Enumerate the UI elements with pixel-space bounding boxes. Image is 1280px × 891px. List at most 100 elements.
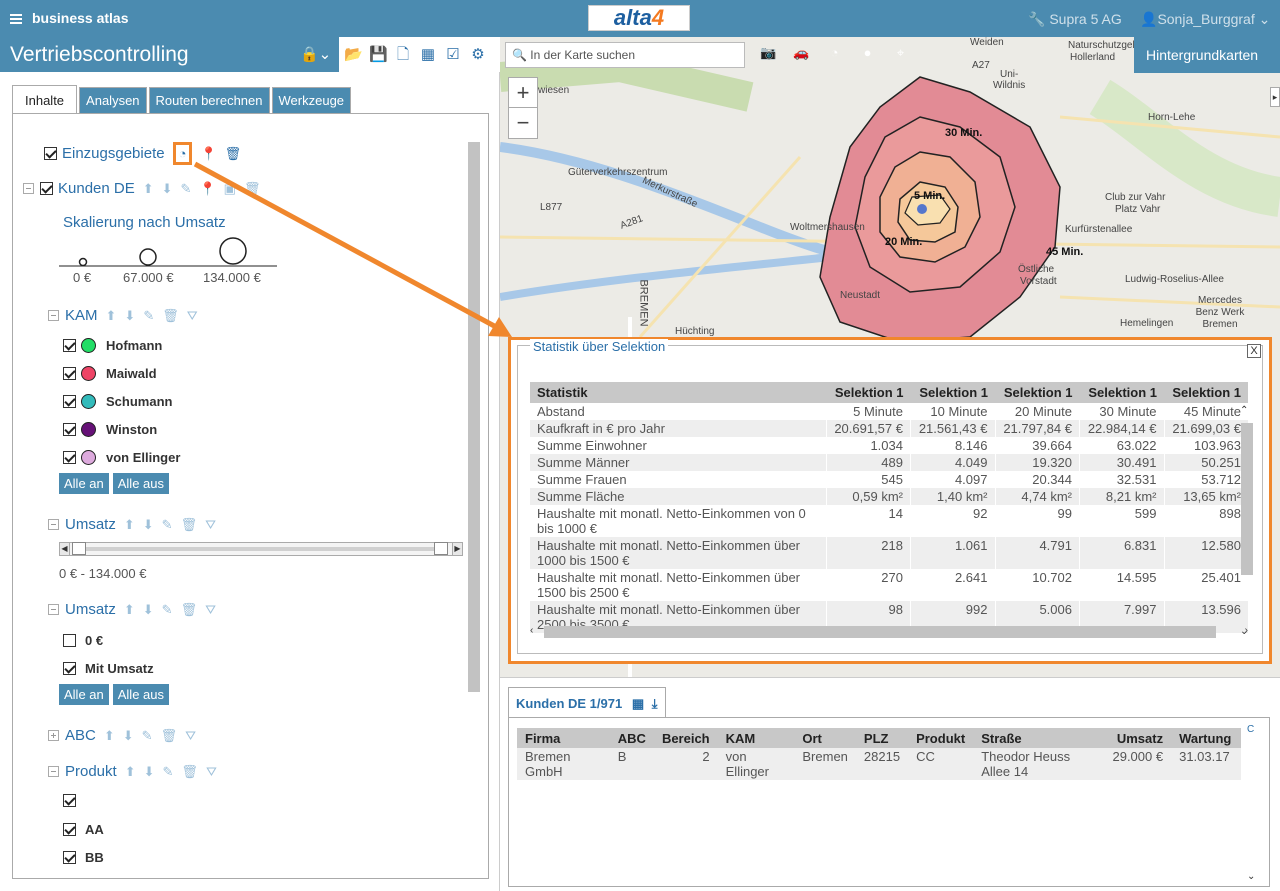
trash-icon[interactable]: 🗑 [244,181,261,197]
app-menu[interactable]: business atlas [10,10,129,26]
tab-werkzeuge[interactable]: Werkzeuge [271,87,352,113]
trash-icon[interactable]: 🗑 [225,146,242,162]
customer-vscroll[interactable]: C ⌄ [1247,724,1261,882]
tab-routen[interactable]: Routen berechnen [148,87,270,113]
calendar-check-icon[interactable]: ☑ [444,46,462,64]
table-icon[interactable]: ▦ [632,696,644,711]
gear-icon[interactable]: ⚙ [469,46,487,64]
tab-analysen[interactable]: Analysen [79,87,147,113]
column-header[interactable]: Straße [973,728,1105,748]
umsatz-title[interactable]: Umsatz [65,516,116,533]
filter-icon[interactable]: ⛛ [205,517,216,533]
umsatz2-checkbox[interactable] [63,634,76,647]
collapse-icon[interactable] [48,519,59,530]
einzugsgebiete-checkbox[interactable] [44,147,57,160]
pie-chart-icon[interactable]: ◔ [826,45,843,61]
car-icon[interactable]: 🚗 [793,45,810,61]
move-up-icon[interactable]: ⬆ [106,308,117,324]
einzugsgebiete-label[interactable]: Einzugsgebiete [62,145,165,162]
kam-checkbox[interactable] [63,367,76,380]
column-header[interactable]: Umsatz [1104,728,1172,748]
zoom-out-button[interactable]: − [509,108,537,138]
calendar-icon[interactable]: ▦ [419,46,437,64]
move-down-icon[interactable]: ⬇ [124,308,135,324]
kunden-label[interactable]: Kunden DE [58,180,135,197]
trash-icon[interactable]: 🗑 [162,308,179,324]
collapse-icon[interactable] [23,183,34,194]
background-maps-button[interactable]: Hintergrundkarten [1134,37,1280,73]
kam-title[interactable]: KAM [65,307,98,324]
company-selector[interactable]: 🔧 Supra 5 AG [1028,11,1122,28]
move-up-icon[interactable]: ⬆ [125,764,136,780]
umsatz2-checkbox[interactable] [63,662,76,675]
table-row[interactable]: Summe Frauen 545 4.097 20.344 32.531 53.712 [530,471,1248,488]
map-side-handle[interactable]: ▸ [1270,87,1280,107]
statistics-hscroll[interactable]: ‹ › [530,625,1248,639]
all-off-button[interactable]: Alle aus [112,473,169,494]
tab-inhalte[interactable]: Inhalte [12,85,78,113]
move-up-icon[interactable]: ⬆ [143,181,154,197]
column-header[interactable]: PLZ [855,728,909,748]
slider-handle-min[interactable] [72,542,86,555]
column-header[interactable]: Selektion 1 [910,382,995,403]
table-row[interactable]: Kaufkraft in € pro Jahr 20.691,57 €21.561… [530,420,1248,437]
column-header[interactable]: Wartung [1171,728,1241,748]
lock-icon[interactable]: 🔒⌄ [300,45,331,63]
column-header[interactable]: Firma [517,728,610,748]
column-header[interactable]: Bereich [653,728,718,748]
layer-scrollbar[interactable] [466,124,480,868]
column-header[interactable]: Statistik [530,382,826,403]
edit-icon[interactable]: ✎ [163,764,174,780]
table-row[interactable]: Haushalte mit monatl. Netto-Einkommen vo… [530,505,1248,537]
kam-checkbox[interactable] [63,395,76,408]
all-on-button[interactable]: Alle an [59,473,109,494]
edit-icon[interactable]: ✎ [162,517,173,533]
globe-icon[interactable]: ● [859,45,876,61]
table-row[interactable]: Haushalte mit monatl. Netto-Einkommen üb… [530,537,1248,569]
kunden-checkbox[interactable] [40,182,53,195]
move-up-icon[interactable]: ⬆ [104,728,115,744]
close-button[interactable]: X [1247,344,1261,358]
move-down-icon[interactable]: ⬇ [123,728,134,744]
screenshot-icon[interactable]: 📷 [760,45,777,61]
column-header[interactable]: Produkt [908,728,974,748]
marker-icon[interactable]: 📍 [200,146,216,162]
umsatz2-title[interactable]: Umsatz [65,601,116,618]
move-up-icon[interactable]: ⬆ [124,517,135,533]
column-header[interactable]: KAM [717,728,795,748]
produkt-checkbox[interactable] [63,823,76,836]
column-header[interactable]: Selektion 1 [995,382,1080,403]
edit-icon[interactable]: ✎ [162,602,173,618]
column-header[interactable]: Selektion 1 [826,382,911,403]
download-icon[interactable]: ⤓ [652,696,658,711]
table-row[interactable]: Summe Männer 489 4.049 19.320 30.491 50.251 [530,454,1248,471]
trash-icon[interactable]: 🗑 [181,764,198,780]
column-header[interactable]: Ort [794,728,856,748]
trash-icon[interactable]: 🗑 [181,517,198,533]
filter-icon[interactable]: ⛛ [185,728,196,744]
kam-checkbox[interactable] [63,339,76,352]
produkt-checkbox[interactable] [63,851,76,864]
marker-icon[interactable]: 📍 [199,181,215,197]
table-row[interactable]: Haushalte mit monatl. Netto-Einkommen üb… [530,569,1248,601]
crosshair-icon[interactable]: ⌖ [892,45,909,61]
image-icon[interactable]: ▣ [224,181,236,197]
column-header[interactable]: ABC [609,728,654,748]
open-folder-icon[interactable]: 📂 [344,46,363,64]
slider-handle-max[interactable] [434,542,448,555]
move-down-icon[interactable]: ⬇ [144,764,155,780]
table-row[interactable]: Summe Fläche 0,59 km² 1,40 km² 4,74 km² 8,21… [530,488,1248,505]
column-header[interactable]: Selektion 1 [1079,382,1164,403]
move-up-icon[interactable]: ⬆ [124,602,135,618]
filter-icon[interactable]: ⛛ [205,602,216,618]
move-down-icon[interactable]: ⬇ [143,517,154,533]
map-search-input[interactable]: 🔍 In der Karte suchen [505,42,745,68]
produkt-checkbox[interactable] [63,794,76,807]
produkt-title[interactable]: Produkt [65,763,117,780]
all-on-button[interactable]: Alle an [59,684,109,705]
edit-icon[interactable]: ✎ [181,181,192,197]
save-icon[interactable]: 💾 [369,46,388,64]
statistics-vscroll[interactable]: ⌃ ⌄ [1240,405,1254,637]
move-down-icon[interactable]: ⬇ [143,602,154,618]
collapse-icon[interactable] [48,766,59,777]
